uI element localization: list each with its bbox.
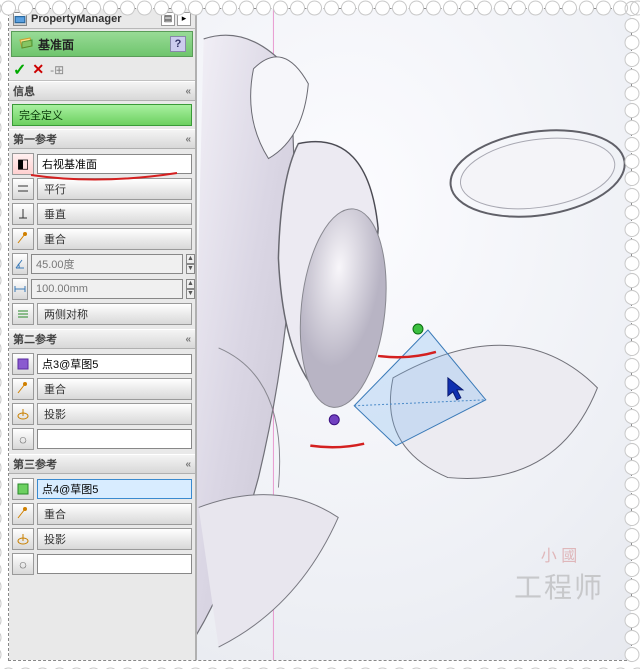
property-manager-panel: PropertyManager ▤ ▸ 基准面 ? ✓ ✕ -⊞ 信息« 完全 — [9, 9, 197, 660]
distance-spinner[interactable]: ▲▼ — [186, 279, 195, 299]
cancel-button[interactable]: ✕ — [32, 61, 44, 78]
angle-spinner[interactable]: ▲▼ — [186, 254, 195, 274]
feature-name-bar: 基准面 ? — [11, 31, 193, 57]
ok-button[interactable]: ✓ — [13, 60, 26, 80]
opt-perpendicular[interactable]: 垂直 — [37, 203, 192, 225]
chevron-up-icon: « — [185, 334, 191, 345]
section-ref1-body: ◧ 平行 垂直 重合 ▲▼ — [9, 149, 195, 329]
coincident-icon[interactable] — [12, 228, 34, 250]
opt-coincident[interactable]: 重合 — [37, 503, 192, 525]
opt-coincident[interactable]: 重合 — [37, 378, 192, 400]
ref2-extra-icon[interactable]: ◌ — [12, 428, 34, 450]
ref3-extra-icon[interactable]: ◌ — [12, 553, 34, 575]
ref2-extra-field[interactable] — [37, 429, 192, 449]
opt-project[interactable]: 投影 — [37, 403, 192, 425]
parallel-icon[interactable] — [12, 178, 34, 200]
perpendicular-icon[interactable] — [12, 203, 34, 225]
distance-field[interactable] — [31, 279, 183, 299]
project-icon[interactable] — [12, 528, 34, 550]
graphics-viewport[interactable]: 小 國 工程师 — [197, 9, 631, 660]
ref1-selection-field[interactable] — [37, 154, 192, 174]
ref2-selection-field[interactable] — [37, 354, 192, 374]
chevron-up-icon: « — [185, 134, 191, 145]
watermark: 小 國 工程师 — [499, 514, 619, 634]
ref3-extra-field[interactable] — [37, 554, 192, 574]
symmetry-icon[interactable] — [12, 303, 34, 325]
pm-scroll[interactable]: 信息« 完全定义 第一参考« ◧ 平行 — [9, 81, 195, 660]
pm-titlebar: PropertyManager ▤ ▸ — [9, 9, 195, 29]
angle-field[interactable] — [31, 254, 183, 274]
opt-project[interactable]: 投影 — [37, 528, 192, 550]
section-ref2-body: 重合 投影 ◌ — [9, 349, 195, 454]
section-ref3-body: 重合 投影 ◌ — [9, 474, 195, 579]
section-info-body: 完全定义 — [9, 101, 195, 129]
ref3-selection-field[interactable] — [37, 479, 192, 499]
project-icon[interactable] — [12, 403, 34, 425]
pm-title: PropertyManager — [31, 13, 121, 25]
section-ref2-header[interactable]: 第二参考« — [9, 329, 195, 349]
chevron-up-icon: « — [185, 86, 191, 97]
ref3-select-icon[interactable] — [12, 478, 34, 500]
help-button[interactable]: ? — [170, 36, 186, 52]
feature-name: 基准面 — [38, 36, 74, 53]
action-bar: ✓ ✕ -⊞ — [9, 59, 195, 81]
pm-layout-icon[interactable]: ▤ — [161, 12, 175, 26]
opt-coincident[interactable]: 重合 — [37, 228, 192, 250]
pin-button[interactable]: -⊞ — [50, 63, 64, 77]
section-ref3-header[interactable]: 第三参考« — [9, 454, 195, 474]
section-ref1-header[interactable]: 第一参考« — [9, 129, 195, 149]
opt-parallel[interactable]: 平行 — [37, 178, 192, 200]
plane-icon — [18, 36, 34, 52]
coincident-icon[interactable] — [12, 378, 34, 400]
ref1-select-icon[interactable]: ◧ — [12, 153, 34, 175]
section-info-header[interactable]: 信息« — [9, 81, 195, 101]
ref2-select-icon[interactable] — [12, 353, 34, 375]
distance-icon[interactable] — [12, 278, 28, 300]
coincident-icon[interactable] — [12, 503, 34, 525]
opt-symmetry[interactable]: 两侧对称 — [37, 303, 192, 325]
angle-icon[interactable] — [12, 253, 28, 275]
definition-status: 完全定义 — [12, 104, 192, 126]
pm-tab-icon[interactable] — [13, 12, 27, 26]
chevron-up-icon: « — [185, 459, 191, 470]
pm-close-icon[interactable]: ▸ — [177, 12, 191, 26]
